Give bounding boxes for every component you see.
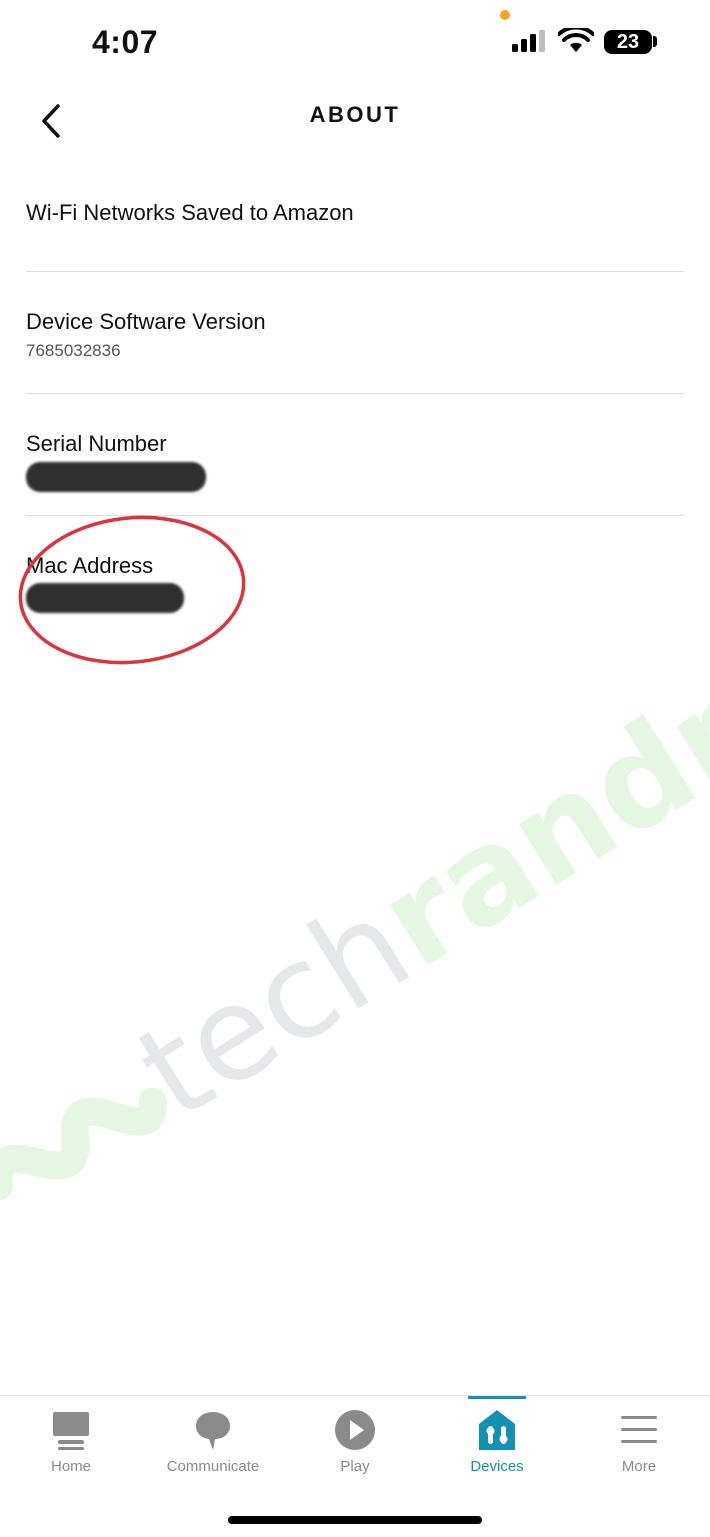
privacy-indicator-dot — [500, 10, 510, 20]
status-bar: 4:07 23 — [0, 0, 710, 90]
wifi-networks-label: Wi-Fi Networks Saved to Amazon — [26, 200, 354, 225]
play-icon — [335, 1410, 375, 1450]
tab-communicate[interactable]: Communicate — [142, 1396, 284, 1496]
serial-number-label: Serial Number — [26, 431, 167, 456]
battery-indicator: 23 — [604, 30, 652, 54]
tab-home[interactable]: Home — [0, 1396, 142, 1496]
software-version-row: Device Software Version 7685032836 — [26, 272, 684, 394]
chat-bubble-icon — [196, 1412, 230, 1450]
watermark-text-randm: randm — [354, 700, 710, 997]
watermark-text-tech: tech — [113, 868, 435, 1148]
about-list: Wi-Fi Networks Saved to Amazon Device So… — [18, 150, 684, 665]
serial-number-row: Serial Number — [26, 394, 684, 516]
tab-play[interactable]: Play — [284, 1396, 426, 1496]
tab-home-label: Home — [50, 1458, 91, 1475]
techrandm-watermark: tech randm — [0, 700, 710, 1201]
tab-devices-label: Devices — [470, 1458, 524, 1475]
tab-devices[interactable]: Devices — [426, 1396, 568, 1496]
home-indicator-bar[interactable] — [228, 1516, 482, 1524]
software-version-value: 7685032836 — [26, 341, 121, 360]
tab-more-label: More — [621, 1458, 657, 1475]
battery-tip — [653, 36, 657, 47]
cellular-signal-icon — [512, 30, 545, 52]
mac-address-highlight-circle — [18, 515, 246, 665]
home-icon — [53, 1412, 89, 1450]
serial-number-redaction — [26, 462, 206, 492]
wifi-networks-row[interactable]: Wi-Fi Networks Saved to Amazon — [26, 150, 684, 272]
nav-header: ABOUT — [0, 90, 710, 150]
menu-icon — [621, 1416, 657, 1443]
tab-more[interactable]: More — [568, 1396, 710, 1496]
page-title: ABOUT — [309, 102, 401, 127]
battery-level: 23 — [616, 30, 640, 53]
software-version-label: Device Software Version — [26, 309, 266, 334]
watermark-logo-swirl — [0, 1087, 167, 1201]
wifi-icon — [558, 28, 594, 52]
devices-icon — [479, 1410, 515, 1450]
tab-communicate-label: Communicate — [166, 1458, 260, 1475]
tab-play-label: Play — [340, 1458, 370, 1475]
status-time: 4:07 — [92, 24, 159, 60]
